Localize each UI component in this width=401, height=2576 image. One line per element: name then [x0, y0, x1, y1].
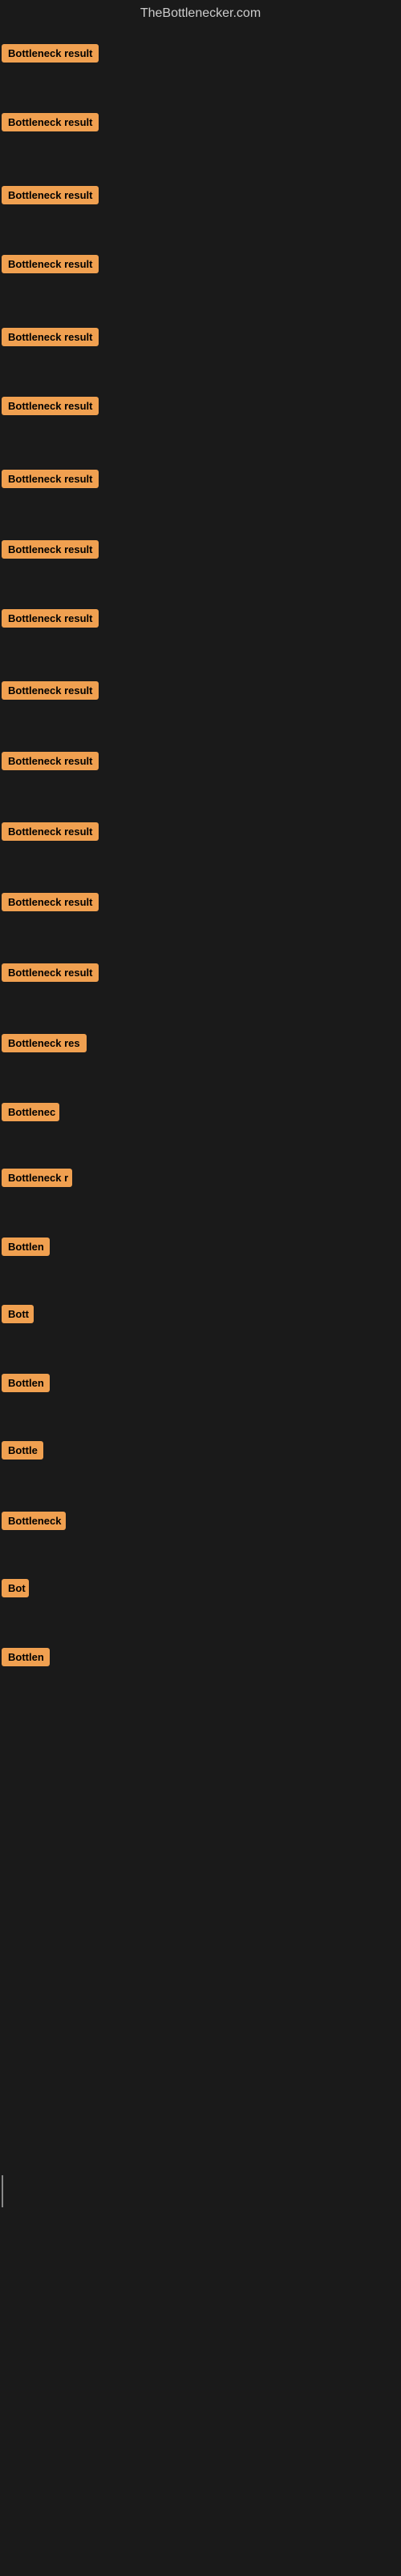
result-row-10: Bottleneck result — [2, 678, 99, 707]
result-row-16: Bottlenec — [2, 1100, 59, 1129]
bottleneck-badge-15[interactable]: Bottleneck res — [2, 1034, 87, 1052]
bottleneck-badge-3[interactable]: Bottleneck result — [2, 186, 99, 204]
bottleneck-badge-2[interactable]: Bottleneck result — [2, 113, 99, 131]
bottleneck-badge-7[interactable]: Bottleneck result — [2, 470, 99, 488]
bottleneck-badge-11[interactable]: Bottleneck result — [2, 752, 99, 770]
bottleneck-badge-10[interactable]: Bottleneck result — [2, 681, 99, 700]
bottleneck-badge-19[interactable]: Bott — [2, 1305, 34, 1323]
result-row-22: Bottleneck — [2, 1508, 66, 1537]
result-row-4: Bottleneck result — [2, 252, 99, 281]
result-row-18: Bottlen — [2, 1234, 50, 1263]
bottleneck-badge-24[interactable]: Bottlen — [2, 1648, 50, 1666]
bottleneck-badge-14[interactable]: Bottleneck result — [2, 963, 99, 982]
text-cursor — [2, 2175, 3, 2207]
result-row-20: Bottlen — [2, 1371, 50, 1399]
result-row-12: Bottleneck result — [2, 819, 99, 848]
result-row-3: Bottleneck result — [2, 183, 99, 212]
bottleneck-badge-16[interactable]: Bottlenec — [2, 1103, 59, 1121]
result-row-14: Bottleneck result — [2, 960, 99, 989]
bottleneck-badge-6[interactable]: Bottleneck result — [2, 397, 99, 415]
bottleneck-badge-9[interactable]: Bottleneck result — [2, 609, 99, 628]
result-row-6: Bottleneck result — [2, 394, 99, 422]
bottleneck-badge-18[interactable]: Bottlen — [2, 1238, 50, 1256]
result-row-24: Bottlen — [2, 1645, 50, 1674]
result-row-11: Bottleneck result — [2, 749, 99, 777]
result-row-23: Bot — [2, 1576, 29, 1605]
result-row-17: Bottleneck r — [2, 1165, 72, 1194]
result-row-21: Bottle — [2, 1438, 43, 1467]
result-row-19: Bott — [2, 1302, 34, 1330]
result-row-1: Bottleneck result — [2, 41, 99, 70]
bottleneck-badge-12[interactable]: Bottleneck result — [2, 822, 99, 841]
result-row-7: Bottleneck result — [2, 466, 99, 495]
bottleneck-badge-1[interactable]: Bottleneck result — [2, 44, 99, 63]
result-row-15: Bottleneck res — [2, 1031, 87, 1060]
bottleneck-badge-5[interactable]: Bottleneck result — [2, 328, 99, 346]
bottleneck-badge-17[interactable]: Bottleneck r — [2, 1169, 72, 1187]
result-row-13: Bottleneck result — [2, 890, 99, 919]
bottleneck-badge-20[interactable]: Bottlen — [2, 1374, 50, 1392]
bottleneck-badge-4[interactable]: Bottleneck result — [2, 255, 99, 273]
result-row-5: Bottleneck result — [2, 325, 99, 353]
bottleneck-badge-22[interactable]: Bottleneck — [2, 1512, 66, 1530]
result-row-2: Bottleneck result — [2, 110, 99, 139]
site-title: TheBottlenecker.com — [0, 0, 401, 27]
bottleneck-badge-13[interactable]: Bottleneck result — [2, 893, 99, 911]
bottleneck-badge-23[interactable]: Bot — [2, 1579, 29, 1597]
bottleneck-badge-8[interactable]: Bottleneck result — [2, 540, 99, 559]
result-row-9: Bottleneck result — [2, 606, 99, 635]
bottleneck-badge-21[interactable]: Bottle — [2, 1441, 43, 1460]
result-row-8: Bottleneck result — [2, 537, 99, 566]
